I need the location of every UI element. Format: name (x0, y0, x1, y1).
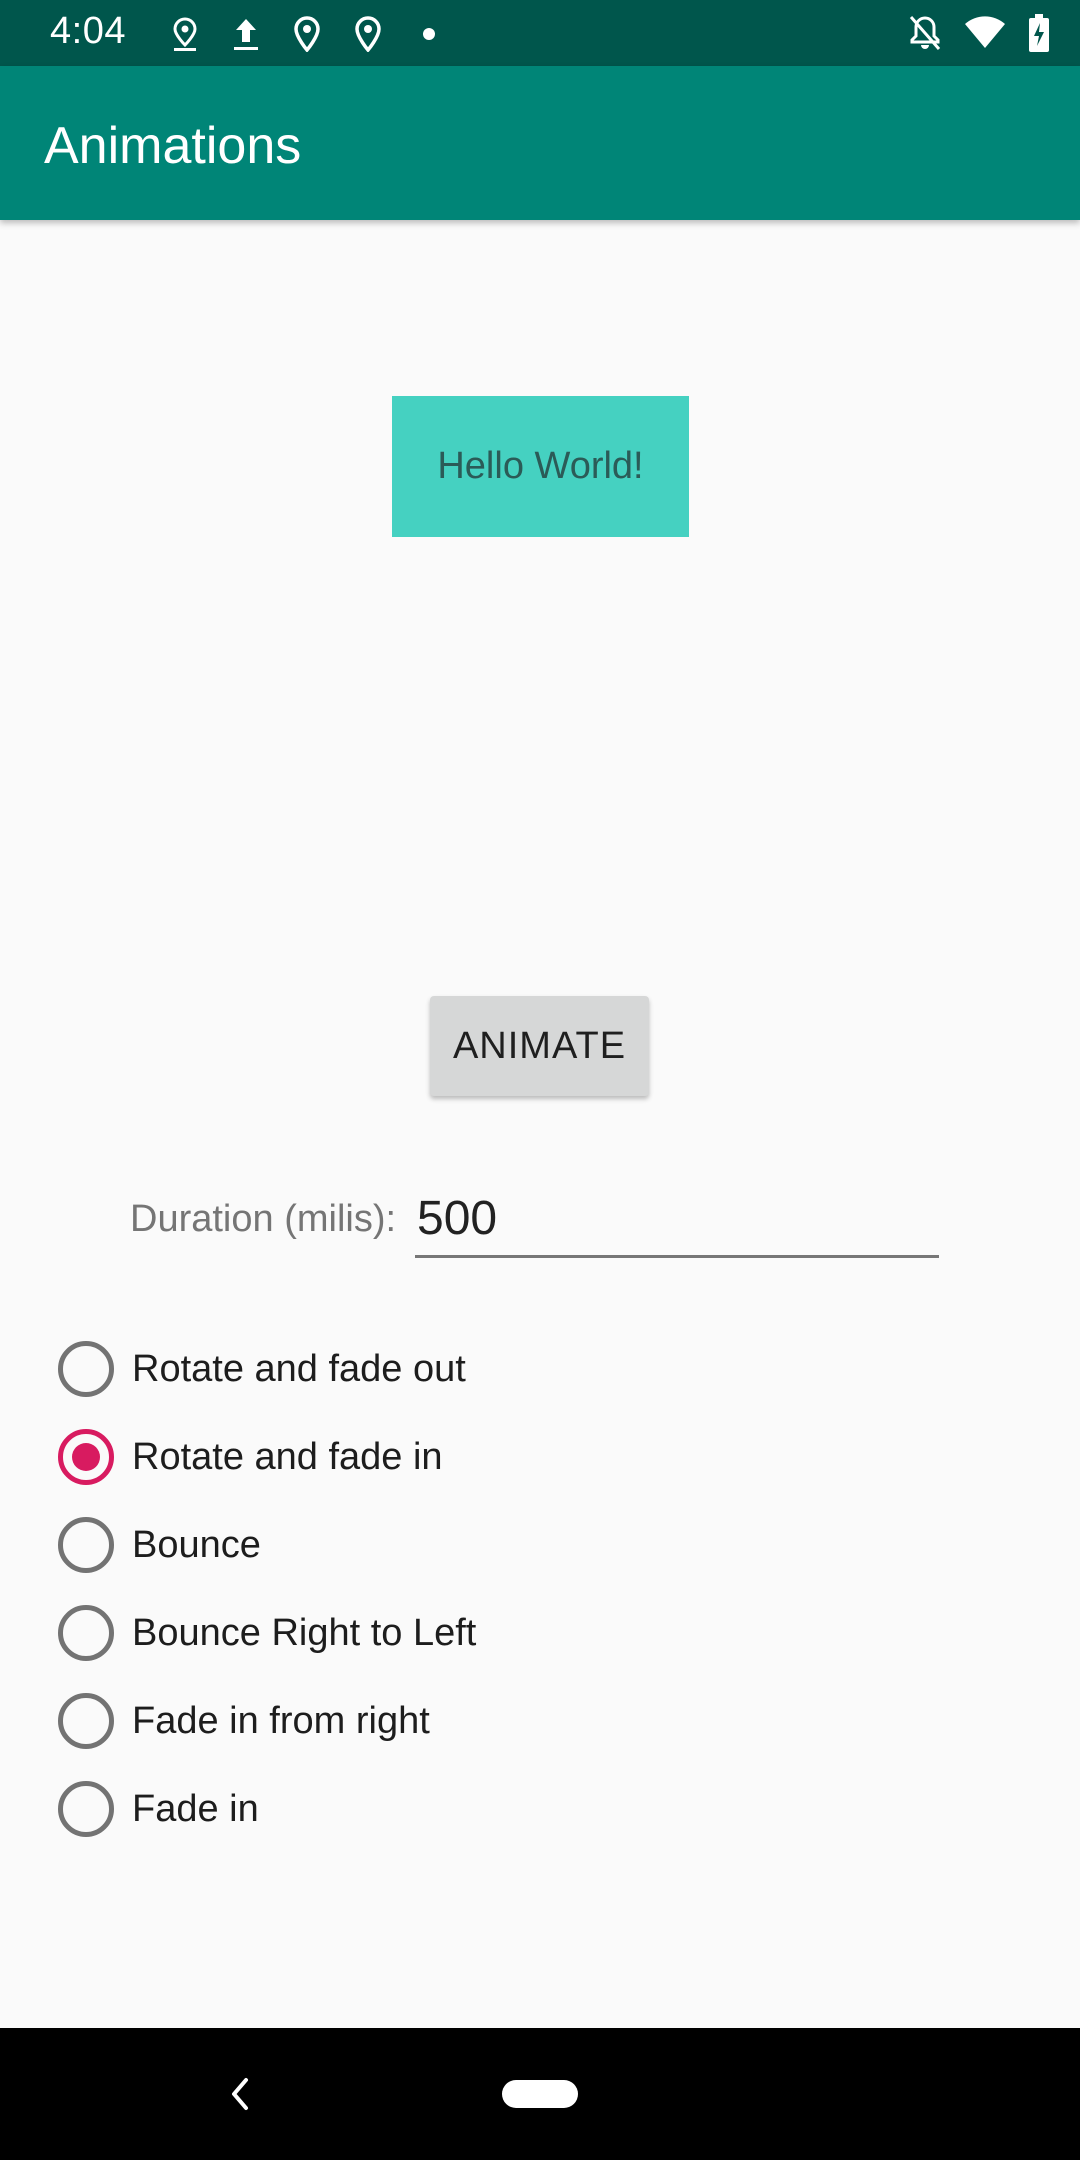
radio-option-fade-in[interactable]: Fade in (58, 1765, 658, 1853)
radio-label: Rotate and fade in (132, 1435, 443, 1478)
radio-label: Rotate and fade out (132, 1347, 466, 1390)
map-pin-icon (348, 14, 388, 54)
battery-icon (1028, 12, 1050, 54)
home-pill-icon[interactable] (502, 2080, 578, 2108)
radio-label: Bounce Right to Left (132, 1611, 477, 1654)
radio-button-icon[interactable] (58, 1693, 114, 1749)
notifications-off-icon (908, 12, 942, 54)
status-icons-right (886, 12, 1050, 54)
radio-button-icon[interactable] (58, 1605, 114, 1661)
radio-option-bounce[interactable]: Bounce (58, 1501, 658, 1589)
radio-button-icon[interactable] (58, 1517, 114, 1573)
upload-icon (226, 14, 266, 54)
animation-preview-box: Hello World! (392, 396, 689, 537)
wifi-icon (964, 12, 1006, 54)
radio-button-icon[interactable] (58, 1781, 114, 1837)
navigation-bar (0, 2028, 1080, 2160)
duration-input[interactable] (415, 1182, 939, 1258)
animate-button[interactable]: ANIMATE (430, 996, 649, 1096)
app-bar: Animations (0, 66, 1080, 220)
radio-option-fade-in-from-right[interactable]: Fade in from right (58, 1677, 658, 1765)
radio-button-checked-icon[interactable] (58, 1429, 114, 1485)
location-pin-icon (165, 14, 205, 54)
map-pin-icon (287, 14, 327, 54)
radio-option-bounce-right-to-left[interactable]: Bounce Right to Left (58, 1589, 658, 1677)
back-icon[interactable] (222, 2072, 258, 2116)
radio-dot (72, 1443, 100, 1471)
duration-label: Duration (milis): (130, 1198, 397, 1240)
status-time: 4:04 (50, 10, 126, 52)
radio-option-rotate-fade-out[interactable]: Rotate and fade out (58, 1325, 658, 1413)
status-bar: 4:04 (0, 0, 1080, 66)
radio-option-rotate-fade-in[interactable]: Rotate and fade in (58, 1413, 658, 1501)
radio-label: Fade in (132, 1787, 259, 1830)
preview-text: Hello World! (437, 445, 644, 487)
radio-label: Fade in from right (132, 1699, 430, 1742)
status-icons-left (165, 14, 470, 54)
app-title: Animations (44, 117, 302, 175)
dot-icon (409, 14, 449, 54)
radio-label: Bounce (132, 1523, 261, 1566)
radio-button-icon[interactable] (58, 1341, 114, 1397)
